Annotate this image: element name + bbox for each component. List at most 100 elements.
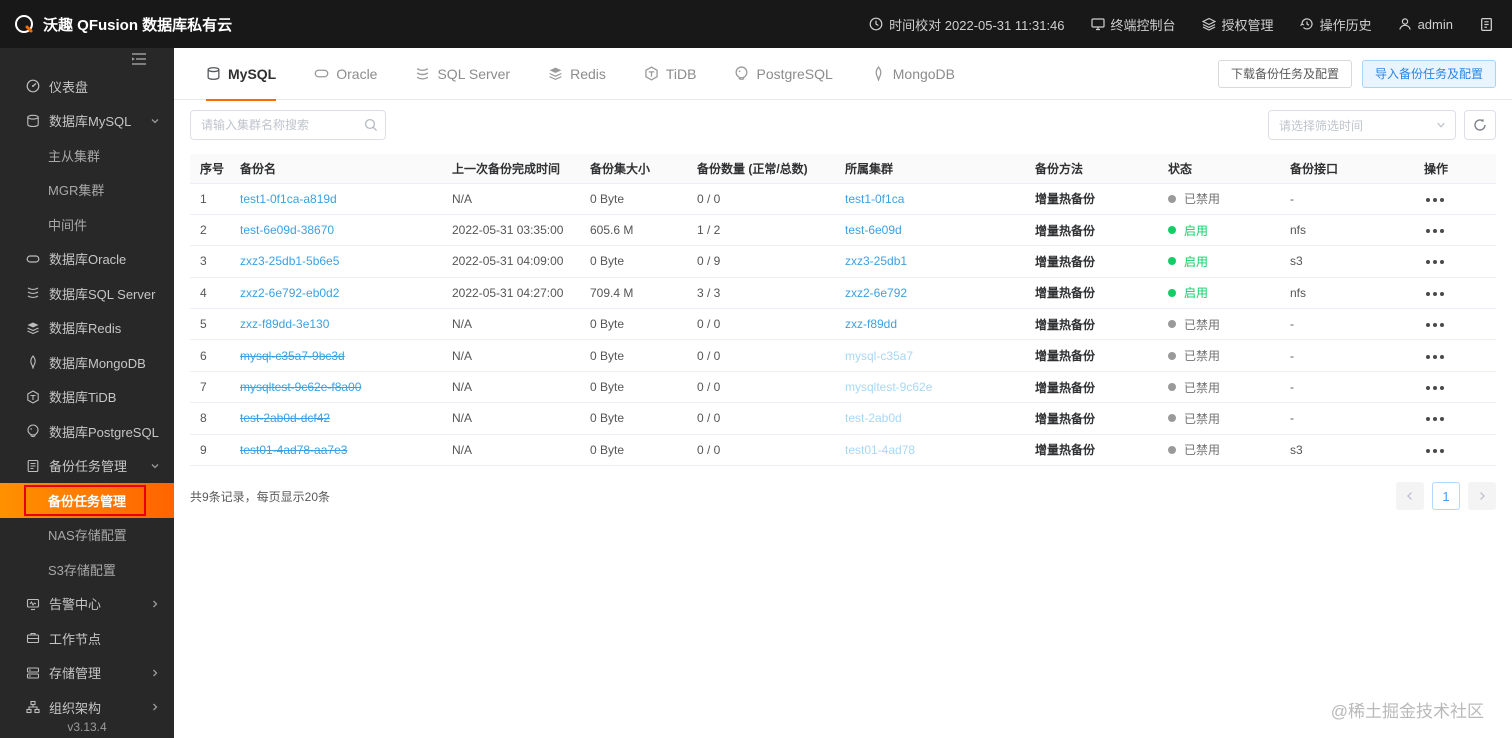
sidebar-item-label: 仪表盘: [49, 79, 89, 95]
tab-tidb[interactable]: TiDB: [644, 48, 696, 100]
sidebar-item-label: 存储管理: [49, 666, 102, 682]
sidebar-item-sqlserver[interactable]: 数据库SQL Server: [0, 276, 174, 311]
cluster-link[interactable]: test-2ab0d: [845, 411, 902, 425]
sidebar-item-label: 工作节点: [49, 631, 102, 647]
cell-last-time: N/A: [442, 308, 580, 341]
terminal-console-item[interactable]: 终端控制台: [1090, 15, 1176, 34]
redis-tab-icon: [548, 66, 563, 81]
cluster-link[interactable]: mysql-c35a7: [845, 349, 913, 363]
backup-name-link[interactable]: mysql-c35a7-9bc3d: [240, 349, 345, 363]
operation-history-item[interactable]: 操作历史: [1299, 15, 1372, 34]
cluster-link[interactable]: zxz3-25db1: [845, 254, 907, 268]
sidebar-item-backup-task-management[interactable]: 备份任务管理: [0, 483, 174, 518]
sidebar-item-tidb[interactable]: 数据库TiDB: [0, 380, 174, 415]
tab-redis[interactable]: Redis: [548, 48, 606, 100]
docs-button[interactable]: [1479, 17, 1494, 32]
backup-document-icon: [26, 459, 40, 473]
tab-sqlserver[interactable]: SQL Server: [415, 48, 510, 100]
sidebar-item-storage-management[interactable]: 存储管理: [0, 656, 174, 691]
sidebar-item-mongodb[interactable]: 数据库MongoDB: [0, 345, 174, 380]
row-actions-button[interactable]: [1424, 412, 1446, 426]
cell-last-time: 2022-05-31 04:09:00: [442, 245, 580, 278]
sidebar-collapse-button[interactable]: [0, 48, 174, 69]
backup-name-link[interactable]: test-2ab0d-dcf42: [240, 411, 330, 425]
cell-size: 0 Byte: [580, 308, 687, 341]
row-actions-button[interactable]: [1424, 381, 1446, 395]
cluster-link[interactable]: test1-0f1ca: [845, 192, 904, 206]
backup-name-link[interactable]: zxz3-25db1-5b6e5: [240, 254, 339, 268]
tab-mongodb[interactable]: MongoDB: [871, 48, 955, 100]
cluster-link[interactable]: test-6e09d: [845, 223, 902, 237]
row-actions-button[interactable]: [1424, 193, 1446, 207]
backup-table-wrap: 序号 备份名 上一次备份完成时间 备份集大小 备份数量 (正常/总数) 所属集群…: [174, 146, 1512, 467]
row-actions-button[interactable]: [1424, 350, 1446, 364]
tab-label: Redis: [570, 65, 606, 82]
row-actions-button[interactable]: [1424, 318, 1446, 332]
sidebar-item-mysql[interactable]: 数据库MySQL: [0, 104, 174, 139]
table-row: 7 mysqltest-9c62e-f8a00 N/A 0 Byte 0 / 0…: [190, 371, 1496, 404]
sidebar-item-redis[interactable]: 数据库Redis: [0, 311, 174, 346]
sidebar-item-work-node[interactable]: 工作节点: [0, 621, 174, 656]
cell-index: 1: [190, 183, 230, 215]
storage-icon: [26, 666, 40, 680]
tab-oracle[interactable]: Oracle: [314, 48, 377, 100]
sidebar-item-master-slave-cluster[interactable]: 主从集群: [0, 138, 174, 173]
user-menu[interactable]: admin: [1398, 17, 1453, 32]
sidebar-item-label: 数据库MySQL: [49, 114, 132, 130]
sidebar-item-middleware[interactable]: 中间件: [0, 207, 174, 242]
row-actions-button[interactable]: [1424, 224, 1446, 238]
next-page-button[interactable]: [1468, 482, 1496, 511]
cluster-link[interactable]: zxz2-6e792: [845, 286, 907, 300]
cell-index: 4: [190, 277, 230, 310]
prev-page-button[interactable]: [1396, 482, 1424, 511]
row-actions-button[interactable]: [1424, 287, 1446, 301]
tab-label: MySQL: [228, 65, 277, 82]
license-management-item[interactable]: 授权管理: [1201, 15, 1274, 34]
tab-mysql[interactable]: MySQL: [206, 48, 277, 101]
backup-table: 序号 备份名 上一次备份完成时间 备份集大小 备份数量 (正常/总数) 所属集群…: [190, 154, 1496, 467]
sidebar-item-postgresql[interactable]: 数据库PostgreSQL: [0, 414, 174, 449]
time-sync-label: 时间校对 2022-05-31 11:31:46: [889, 17, 1065, 33]
page-number-button[interactable]: 1: [1432, 482, 1460, 511]
cluster-link[interactable]: mysqltest-9c62e: [845, 380, 932, 394]
time-sync-item[interactable]: 时间校对 2022-05-31 11:31:46: [869, 15, 1065, 34]
sidebar-item-nas-storage-config[interactable]: NAS存储配置: [0, 518, 174, 553]
backup-name-link[interactable]: test1-0f1ca-a819d: [240, 192, 337, 206]
sidebar-item-backup-task-group[interactable]: 备份任务管理: [0, 449, 174, 484]
cluster-search-input[interactable]: [190, 110, 386, 140]
tab-postgresql[interactable]: PostgreSQL: [734, 48, 833, 100]
row-actions-button[interactable]: [1424, 255, 1446, 269]
sqlserver-db-icon: [26, 286, 40, 300]
cell-last-time: 2022-05-31 03:35:00: [442, 214, 580, 247]
cell-size: 0 Byte: [580, 183, 687, 215]
col-header-cluster: 所属集群: [835, 154, 1025, 184]
import-backup-config-button[interactable]: 导入备份任务及配置: [1361, 59, 1496, 88]
time-filter-select[interactable]: 请选择筛选时间: [1268, 110, 1456, 140]
sidebar-item-dashboard[interactable]: 仪表盘: [0, 69, 174, 104]
backup-name-link[interactable]: test01-4ad78-aa7e3: [240, 443, 347, 457]
status-dot: [1168, 226, 1176, 235]
tabbar-actions: 下载备份任务及配置 导入备份任务及配置: [1217, 59, 1496, 88]
cell-size: 605.6 M: [580, 214, 687, 247]
status-dot: [1168, 414, 1176, 423]
oracle-db-icon: [26, 252, 40, 266]
cell-method: 增量热备份: [1035, 443, 1096, 458]
backup-name-link[interactable]: zxz-f89dd-3e130: [240, 317, 329, 331]
cell-last-time: N/A: [442, 339, 580, 372]
refresh-button[interactable]: [1464, 110, 1496, 140]
mongodb-tab-icon: [871, 66, 886, 81]
cluster-link[interactable]: test01-4ad78: [845, 443, 915, 457]
cluster-link[interactable]: zxz-f89dd: [845, 317, 897, 331]
sidebar-item-mgr-cluster[interactable]: MGR集群: [0, 173, 174, 208]
row-actions-button[interactable]: [1424, 444, 1446, 458]
backup-name-link[interactable]: zxz2-6e792-eb0d2: [240, 286, 339, 300]
sidebar-item-label: 告警中心: [49, 597, 102, 613]
backup-name-link[interactable]: mysqltest-9c62e-f8a00: [240, 380, 361, 394]
download-backup-config-button[interactable]: 下载备份任务及配置: [1217, 59, 1352, 88]
status-badge: 已禁用: [1168, 441, 1270, 458]
backup-name-link[interactable]: test-6e09d-38670: [240, 223, 334, 237]
sidebar-item-oracle[interactable]: 数据库Oracle: [0, 242, 174, 277]
sidebar-item-s3-storage-config[interactable]: S3存储配置: [0, 552, 174, 587]
sidebar-item-alert-center[interactable]: 告警中心: [0, 587, 174, 622]
search-icon[interactable]: [364, 118, 378, 132]
